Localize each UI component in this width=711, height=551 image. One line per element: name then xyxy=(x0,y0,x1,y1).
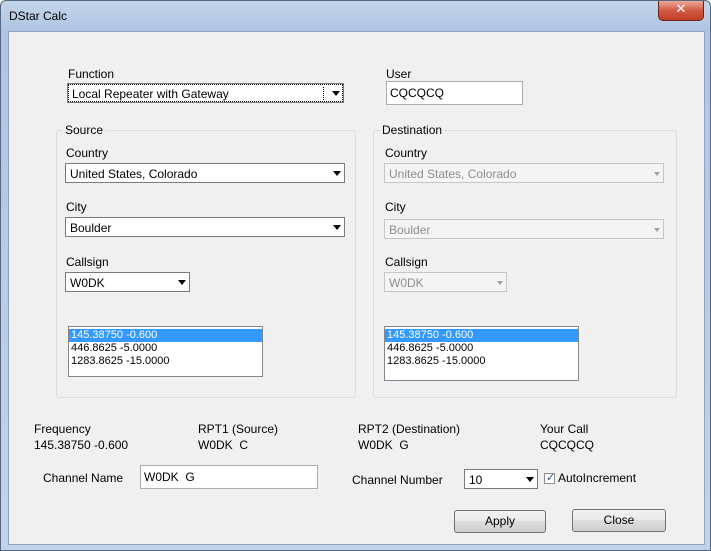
chevron-down-icon xyxy=(333,171,341,176)
list-item[interactable]: 446.8625 -5.0000 xyxy=(69,342,262,355)
user-field[interactable] xyxy=(386,81,523,105)
source-city-value: Boulder xyxy=(70,221,112,235)
source-frequency-list[interactable]: 145.38750 -0.600 446.8625 -5.0000 1283.8… xyxy=(68,326,263,377)
autoincrement-checkbox[interactable]: ✓ xyxy=(544,471,556,484)
destination-city-label: City xyxy=(385,200,406,214)
apply-button[interactable]: Apply xyxy=(454,510,546,533)
chevron-down-icon xyxy=(526,477,534,482)
source-group-title: Source xyxy=(63,123,106,137)
title-bar[interactable]: DStar Calc ✕ xyxy=(1,1,710,31)
list-item[interactable]: 145.38750 -0.600 xyxy=(385,329,578,342)
window-title: DStar Calc xyxy=(9,9,68,23)
list-item[interactable]: 446.8625 -5.0000 xyxy=(385,342,578,355)
list-item[interactable]: 1283.8625 -15.0000 xyxy=(385,355,578,368)
chevron-down-icon xyxy=(178,280,186,285)
destination-callsign-value: W0DK xyxy=(389,276,424,290)
destination-frequency-list[interactable]: 145.38750 -0.600 446.8625 -5.0000 1283.8… xyxy=(384,326,579,381)
chevron-down-icon xyxy=(654,228,660,232)
user-input[interactable] xyxy=(390,86,512,100)
autoincrement-label[interactable]: AutoIncrement xyxy=(558,471,636,485)
destination-city-dropdown[interactable]: Boulder xyxy=(384,219,664,239)
channel-number-label: Channel Number xyxy=(352,473,443,487)
rpt1-value: W0DK C xyxy=(198,438,249,452)
chevron-down-icon xyxy=(497,281,503,285)
chevron-down-icon xyxy=(333,225,341,230)
destination-callsign-label: Callsign xyxy=(385,255,428,269)
frequency-label: Frequency xyxy=(34,422,91,436)
rpt2-label: RPT2 (Destination) xyxy=(358,422,461,436)
dialog-client-area: Function Local Repeater with Gateway Use… xyxy=(8,31,705,545)
function-dropdown[interactable]: Local Repeater with Gateway xyxy=(67,83,344,103)
function-label: Function xyxy=(68,67,115,81)
source-country-dropdown[interactable]: United States, Colorado xyxy=(65,163,345,183)
source-country-label: Country xyxy=(66,146,109,160)
close-button[interactable]: Close xyxy=(572,509,666,532)
channel-number-dropdown[interactable]: 10 xyxy=(464,469,538,489)
window-close-button[interactable]: ✕ xyxy=(658,1,704,21)
chevron-down-icon xyxy=(654,172,660,176)
your-call-label: Your Call xyxy=(540,422,589,436)
dropdown-separator xyxy=(323,87,324,100)
source-callsign-value: W0DK xyxy=(70,276,105,290)
channel-name-input[interactable] xyxy=(144,470,303,484)
source-callsign-dropdown[interactable]: W0DK xyxy=(65,272,190,292)
destination-city-value: Boulder xyxy=(389,223,431,237)
dstar-calc-window: DStar Calc ✕ Function Local Repeater wit… xyxy=(0,0,711,551)
list-item[interactable]: 145.38750 -0.600 xyxy=(69,329,262,342)
rpt1-label: RPT1 (Source) xyxy=(198,422,279,436)
source-callsign-label: Callsign xyxy=(66,255,109,269)
destination-group-title: Destination xyxy=(380,123,445,137)
list-item[interactable]: 1283.8625 -15.0000 xyxy=(69,355,262,368)
destination-callsign-dropdown[interactable]: W0DK xyxy=(384,272,507,292)
source-city-dropdown[interactable]: Boulder xyxy=(65,217,345,237)
channel-name-field[interactable] xyxy=(140,465,318,489)
your-call-value: CQCQCQ xyxy=(540,438,594,452)
checkmark-icon: ✓ xyxy=(546,471,556,484)
close-icon: ✕ xyxy=(675,2,687,17)
chevron-down-icon xyxy=(332,91,340,96)
source-city-label: City xyxy=(66,200,87,214)
destination-country-dropdown[interactable]: United States, Colorado xyxy=(384,163,664,183)
rpt2-value: W0DK G xyxy=(358,438,409,452)
channel-name-label: Channel Name xyxy=(43,471,124,485)
destination-country-value: United States, Colorado xyxy=(389,167,517,181)
destination-country-label: Country xyxy=(385,146,428,160)
user-label: User xyxy=(386,67,412,81)
channel-number-value: 10 xyxy=(469,473,483,487)
frequency-value: 145.38750 -0.600 xyxy=(34,438,129,452)
source-country-value: United States, Colorado xyxy=(70,167,198,181)
function-value: Local Repeater with Gateway xyxy=(72,87,229,101)
